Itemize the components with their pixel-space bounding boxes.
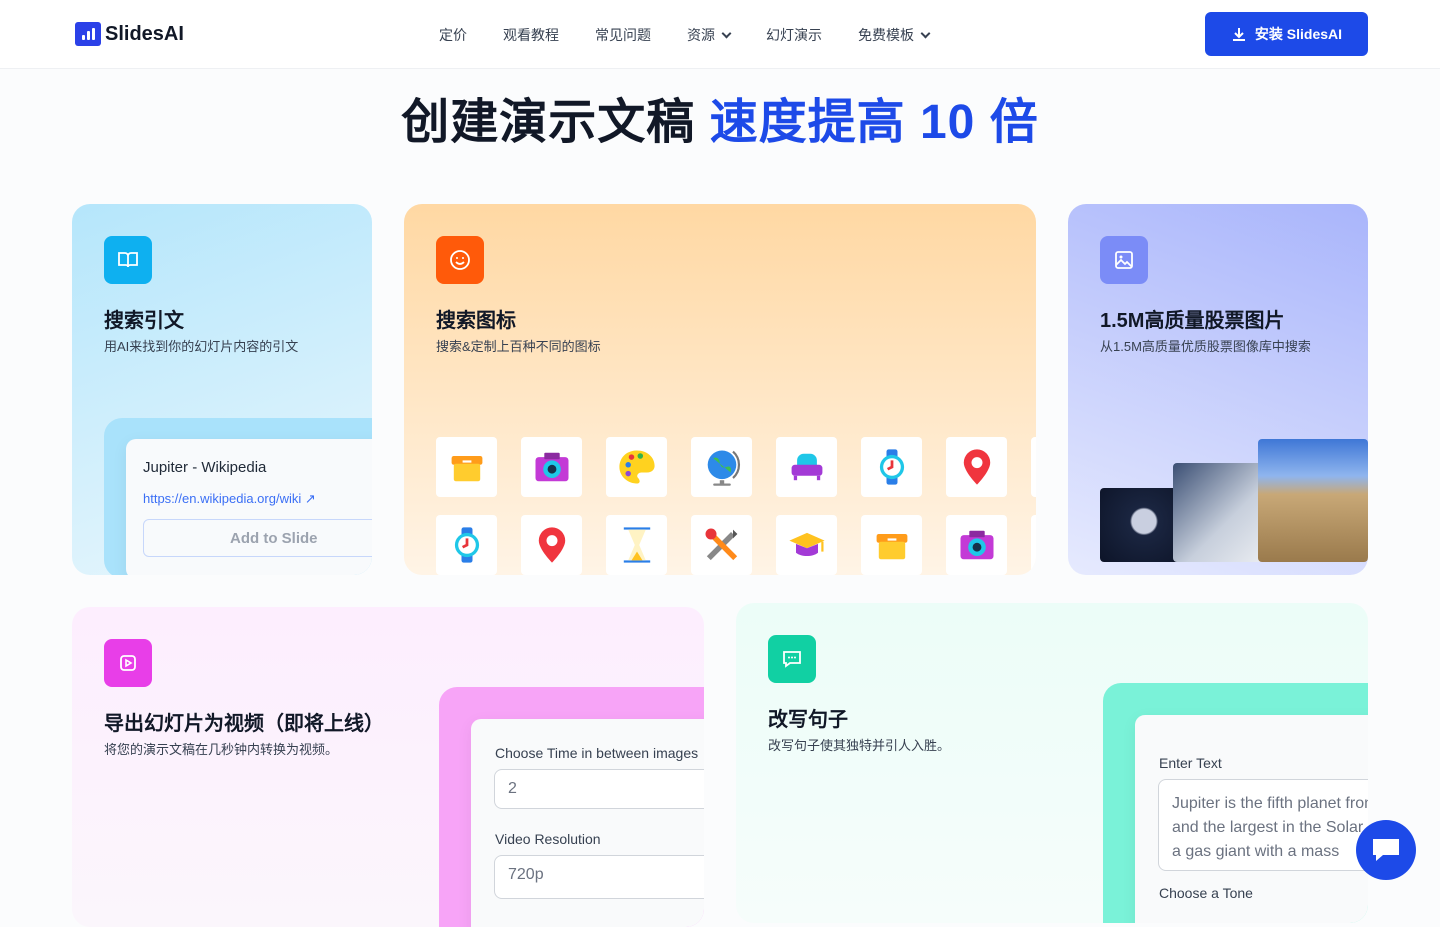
nav-item-faq[interactable]: 常见问题 [595,25,651,45]
map-pin-icon[interactable] [946,437,1007,497]
nav-item-pricing[interactable]: 定价 [439,25,467,45]
resolution-select[interactable]: 720p [494,855,704,899]
watch-icon[interactable] [861,437,922,497]
citation-result: Jupiter - Wikipedia https://en.wikipedia… [126,439,372,575]
card-video-export: 导出幻灯片为视频（即将上线） 将您的演示文稿在几秒钟内转换为视频。 Choose… [72,607,704,927]
card-title: 改写句子 [768,709,848,731]
card-desc: 改写句子使其独特并引人入胜。 [768,738,951,753]
archive-box-icon[interactable] [861,515,922,575]
tone-label: Choose a Tone [1159,885,1253,901]
nav-item-tutorials[interactable]: 观看教程 [503,25,559,45]
download-icon [1232,28,1245,41]
result-title: Jupiter - Wikipedia [143,459,267,476]
external-link-icon: ↗ [304,491,316,506]
nav-item-resources[interactable]: 资源 [687,25,732,45]
chat-widget-button[interactable] [1356,820,1416,880]
card-title: 导出幻灯片为视频（即将上线） [104,713,384,735]
card-stock-images: 1.5M高质量股票图片 从1.5M高质量优质股票图像库中搜索 [1068,204,1368,575]
resolution-label: Video Resolution [495,831,601,847]
globe-icon[interactable] [691,437,752,497]
card-icons: 搜索图标 搜索&定制上百种不同的图标 [404,204,1036,575]
card-desc: 将您的演示文稿在几秒钟内转换为视频。 [104,742,339,757]
install-button[interactable]: 安装 SlidesAI [1205,12,1368,56]
moon-photo [1100,488,1180,562]
logo-icon [75,22,101,46]
palette-icon[interactable] [606,437,667,497]
parthenon-photo [1258,439,1368,562]
card-title: 搜索图标 [436,310,516,332]
smile-icon [436,236,484,284]
card-title: 搜索引文 [104,310,184,332]
time-input[interactable]: 2 [494,769,704,809]
card-rewrite: 改写句子 改写句子使其独特并引人入胜。 Enter Text Jupiter i… [736,603,1368,923]
add-to-slide-button[interactable]: Add to Slide [143,519,372,557]
install-label: 安装 SlidesAI [1254,26,1343,42]
time-label: Choose Time in between images [495,745,699,761]
result-link[interactable]: https://en.wikipedia.org/wiki ↗ [143,491,316,507]
card-title: 1.5M高质量股票图片 [1100,310,1285,332]
card-citation: 搜索引文 用AI来找到你的幻灯片内容的引文 Jupiter - Wikipedi… [72,204,372,575]
book-icon [104,236,152,284]
text-input[interactable]: Jupiter is the fifth planet from the Sun… [1158,779,1368,871]
chevron-down-icon [920,28,931,38]
camera-icon[interactable] [946,515,1007,575]
chevron-down-icon [721,28,732,38]
nav-item-demo[interactable]: 幻灯演示 [766,25,822,45]
graduation-cap-icon[interactable] [776,515,837,575]
nav-item-templates[interactable]: 免费模板 [858,25,931,45]
archive-box-icon[interactable] [436,437,497,497]
camera-icon[interactable] [521,437,582,497]
text-label: Enter Text [1159,755,1222,771]
card-desc: 用AI来找到你的幻灯片内容的引文 [104,339,299,354]
chat-icon [768,635,816,683]
image-icon [1100,236,1148,284]
map-pin-icon[interactable] [521,515,582,575]
writing-photo [1173,463,1263,562]
tools-icon[interactable] [691,515,752,575]
card-desc: 从1.5M高质量优质股票图像库中搜索 [1100,339,1311,354]
play-icon [104,639,152,687]
watch-icon[interactable] [436,515,497,575]
icon-tile-partial[interactable] [1031,515,1036,575]
armchair-icon[interactable] [776,437,837,497]
top-nav: SlidesAI 定价 观看教程 常见问题 资源 幻灯演示 免费模板 安装 Sl… [0,0,1440,69]
icon-tile-partial[interactable] [1031,437,1036,497]
main-menu: 定价 观看教程 常见问题 资源 幻灯演示 免费模板 [439,25,931,45]
hero-title: 创建演示文稿 速度提高 10 倍 [401,96,1039,149]
chat-bubble-icon [1373,839,1399,861]
rewrite-form: Enter Text Jupiter is the fifth planet f… [1135,715,1368,923]
brand-logo[interactable]: SlidesAI [75,22,184,46]
brand-name: SlidesAI [105,22,184,45]
video-form: Choose Time in between images 2 Video Re… [471,719,704,927]
icon-grid [436,437,1036,575]
card-desc: 搜索&定制上百种不同的图标 [436,339,601,354]
hourglass-icon[interactable] [606,515,667,575]
